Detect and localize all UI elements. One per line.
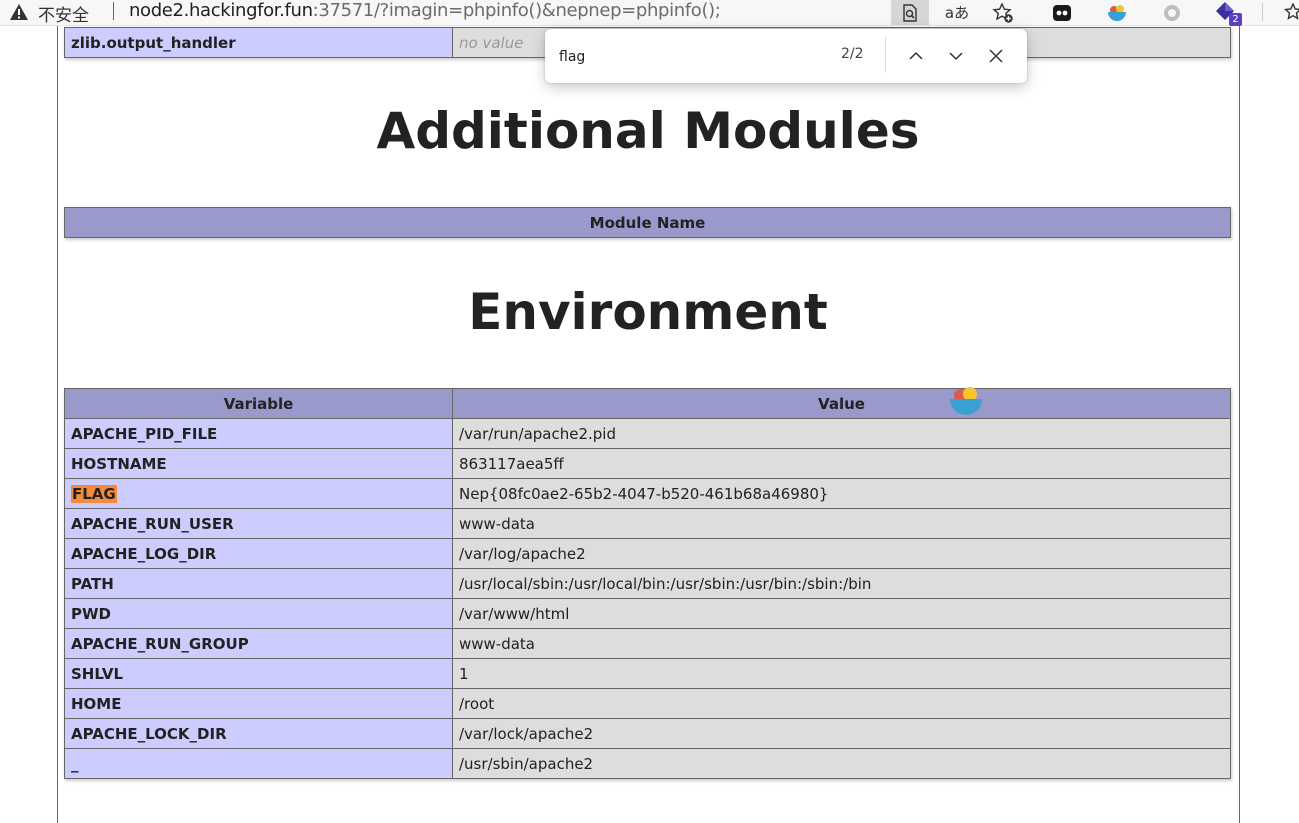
table-row: HOME/root — [64, 688, 1231, 719]
table-header-row: Module Name — [64, 207, 1231, 238]
env-variable-value: /var/log/apache2 — [452, 538, 1231, 569]
table-row: APACHE_LOCK_DIR/var/lock/apache2 — [64, 718, 1231, 749]
environment-table: Variable Value APACHE_PID_FILE/var/run/a… — [64, 388, 1231, 779]
env-variable-name: APACHE_PID_FILE — [64, 418, 453, 449]
env-variable-value: 863117aea5ff — [452, 448, 1231, 479]
toolbar-divider — [1262, 3, 1263, 21]
chevron-up-icon — [909, 51, 923, 60]
no-value-text: no value — [459, 33, 524, 52]
table-row: SHLVL 1 — [64, 658, 1231, 689]
translate-button[interactable]: aあ — [938, 0, 976, 25]
extension-ring-icon[interactable] — [1161, 2, 1183, 24]
find-previous-button[interactable] — [902, 42, 930, 70]
chevron-down-icon — [949, 52, 963, 61]
additional-modules-heading: Additional Modules — [376, 102, 920, 160]
variable-text: HOSTNAME — [71, 454, 167, 473]
env-variable-value: /var/run/apache2.pid — [452, 418, 1231, 449]
environment-heading: Environment — [468, 283, 828, 341]
variable-column-header: Variable — [64, 388, 453, 419]
config-key: zlib.output_handler — [64, 27, 453, 58]
extension-badge: 2 — [1229, 13, 1242, 26]
extension-dark-icon[interactable] — [1051, 2, 1073, 24]
variable-text: APACHE_RUN_USER — [71, 514, 234, 533]
table-header-row: Variable Value — [64, 388, 1231, 419]
env-variable-name: SHLVL — [64, 658, 453, 689]
env-variable-name: HOSTNAME — [64, 448, 453, 479]
url-path: :37571/?imagin=phpinfo()&nepnep=phpinfo(… — [312, 0, 721, 21]
address-divider — [113, 2, 114, 20]
env-variable-value: /root — [452, 688, 1231, 719]
variable-text: PATH — [71, 574, 114, 593]
module-name-header: Module Name — [64, 207, 1231, 238]
add-favorite-button[interactable] — [984, 0, 1022, 25]
find-bar: 2/2 — [545, 29, 1027, 83]
security-label[interactable]: 不安全 — [38, 1, 89, 26]
env-variable-value: /usr/local/sbin:/usr/local/bin:/usr/sbin… — [452, 568, 1231, 599]
env-variable-name: APACHE_RUN_GROUP — [64, 628, 453, 659]
environment-rows: APACHE_PID_FILE/var/run/apache2.pid HOSTN… — [64, 418, 1231, 779]
env-variable-name: FLAG — [64, 478, 453, 509]
find-in-page-button[interactable] — [891, 0, 929, 25]
table-row: HOSTNAME 863117aea5ff — [64, 448, 1231, 479]
url-host: node2.hackingfor.fun — [129, 0, 313, 21]
extension-badge-button[interactable]: 2 — [1215, 1, 1247, 26]
variable-text: APACHE_LOG_DIR — [71, 544, 217, 563]
env-variable-name: HOME — [64, 688, 453, 719]
find-next-button[interactable] — [942, 42, 970, 70]
table-row: APACHE_PID_FILE/var/run/apache2.pid — [64, 418, 1231, 449]
env-variable-value: /var/www/html — [452, 598, 1231, 629]
env-variable-value: /usr/sbin/apache2 — [452, 748, 1231, 779]
env-variable-name: PATH — [64, 568, 453, 599]
warning-icon[interactable] — [9, 3, 29, 21]
env-variable-value: www-data — [452, 628, 1231, 659]
star-add-icon — [992, 1, 1013, 23]
env-variable-name: APACHE_RUN_USER — [64, 508, 453, 539]
env-variable-name: _ — [64, 748, 453, 779]
variable-text: _ — [71, 754, 79, 773]
modules-table: Module Name — [64, 207, 1231, 238]
find-divider — [885, 37, 886, 73]
env-variable-name: PWD — [64, 598, 453, 629]
floating-bowl-icon[interactable] — [948, 383, 984, 419]
address-bar[interactable]: node2.hackingfor.fun:37571/?imagin=phpin… — [129, 0, 721, 21]
table-row: FLAG Nep{08fc0ae2-65b2-4047-b520-461b68a4… — [64, 478, 1231, 509]
find-match-count: 2/2 — [841, 46, 864, 62]
env-variable-value: Nep{08fc0ae2-65b2-4047-b520-461b68a46980… — [452, 478, 1231, 509]
variable-text: APACHE_RUN_GROUP — [71, 634, 249, 653]
variable-text: APACHE_PID_FILE — [71, 424, 218, 443]
extension-bowl-icon[interactable] — [1106, 2, 1128, 24]
env-variable-name: APACHE_LOG_DIR — [64, 538, 453, 569]
table-row: APACHE_LOG_DIR/var/log/apache2 — [64, 538, 1231, 569]
variable-text: PWD — [71, 604, 111, 623]
find-highlight: FLAG — [71, 484, 117, 503]
find-input[interactable] — [557, 43, 811, 71]
variable-text: APACHE_LOCK_DIR — [71, 724, 227, 743]
env-variable-value: www-data — [452, 508, 1231, 539]
favorites-star-icon[interactable] — [1284, 3, 1299, 21]
value-column-header: Value — [452, 388, 1231, 419]
variable-text: HOME — [71, 694, 122, 713]
variable-text: SHLVL — [71, 664, 124, 683]
find-page-icon — [903, 3, 917, 22]
close-icon — [989, 49, 1003, 63]
browser-toolbar: 不安全 node2.hackingfor.fun:37571/?imagin=p… — [0, 0, 1299, 26]
table-row: APACHE_RUN_GROUP www-data — [64, 628, 1231, 659]
env-variable-value: /var/lock/apache2 — [452, 718, 1231, 749]
table-row: _ /usr/sbin/apache2 — [64, 748, 1231, 779]
table-row: PWD/var/www/html — [64, 598, 1231, 629]
env-variable-value: 1 — [452, 658, 1231, 689]
table-row: APACHE_RUN_USER www-data — [64, 508, 1231, 539]
env-variable-name: APACHE_LOCK_DIR — [64, 718, 453, 749]
table-row: PATH/usr/local/sbin:/usr/local/bin:/usr/… — [64, 568, 1231, 599]
find-close-button[interactable] — [982, 42, 1010, 70]
